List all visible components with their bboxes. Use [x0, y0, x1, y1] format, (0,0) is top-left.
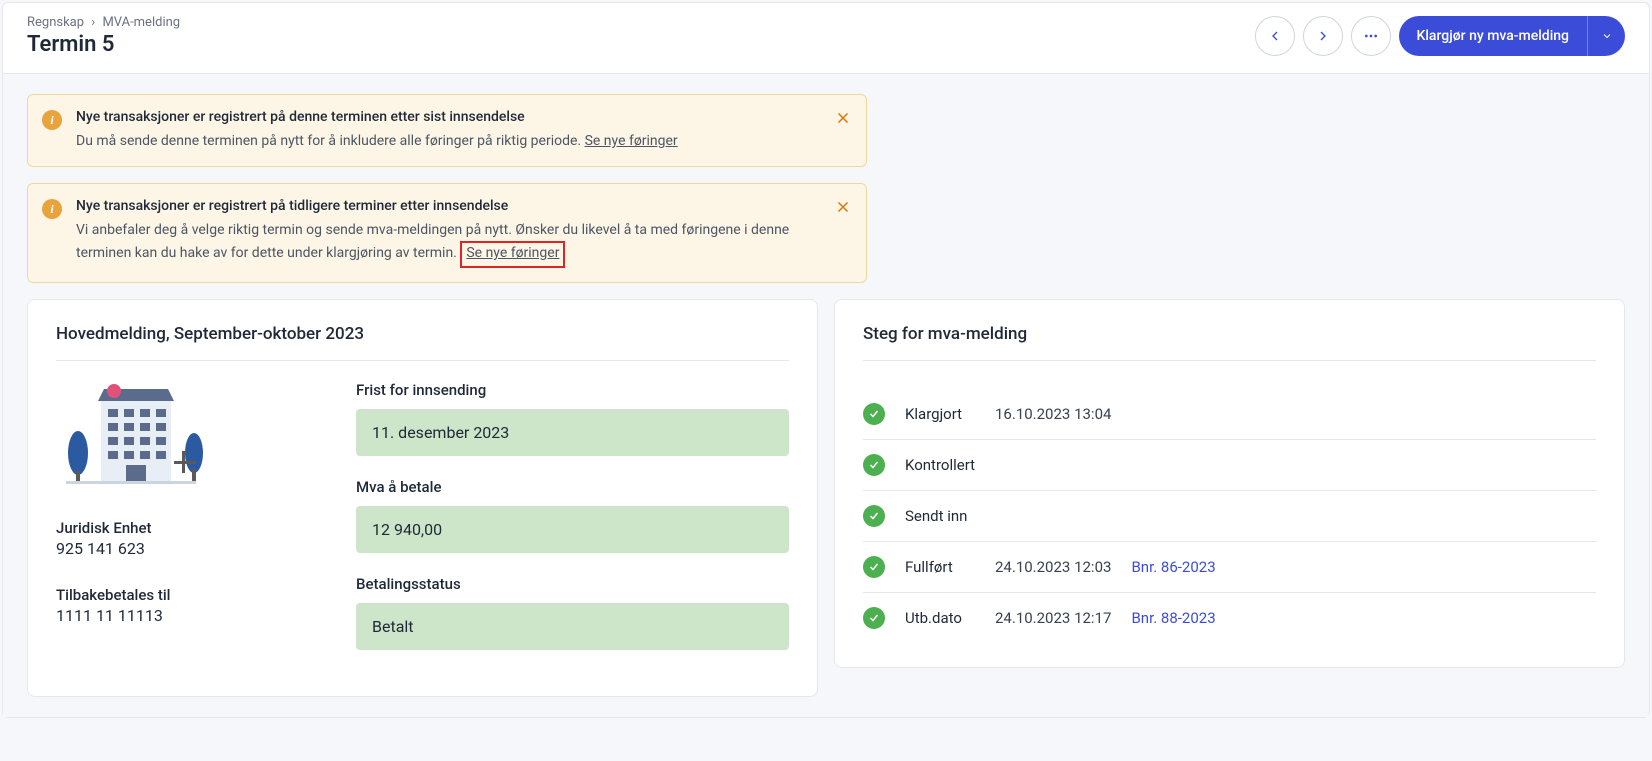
- alert-text: Nye transaksjoner er registrert på tidli…: [76, 198, 822, 268]
- steps-card: Steg for mva-melding Klargjort 16.10.202…: [834, 299, 1625, 668]
- alert-body-text: Vi anbefaler deg å velge riktig termin o…: [76, 222, 789, 261]
- voucher-link[interactable]: Bnr. 88-2023: [1131, 609, 1215, 627]
- prepare-vat-button[interactable]: Klargjør ny mva-melding: [1399, 16, 1626, 56]
- prepare-vat-dropdown[interactable]: [1587, 16, 1625, 56]
- step-controlled: Kontrollert: [863, 440, 1596, 491]
- alert-body: Vi anbefaler deg å velge riktig termin o…: [76, 220, 822, 268]
- see-new-postings-link[interactable]: Se nye føringer: [585, 133, 678, 149]
- vat-to-pay-value: 12 940,00: [356, 506, 789, 553]
- arrow-right-icon: [1315, 28, 1331, 44]
- step-date: 16.10.2023 13:04: [995, 405, 1111, 423]
- alert-previous-terms: i Nye transaksjoner er registrert på tid…: [27, 183, 867, 283]
- payment-status-block: Betalingsstatus Betalt: [356, 575, 789, 650]
- refund-account-label: Tilbakebetales til: [56, 586, 316, 604]
- next-button[interactable]: [1303, 16, 1343, 56]
- deadline-value: 11. desember 2023: [356, 409, 789, 456]
- close-icon: [834, 109, 852, 127]
- header-actions: Klargjør ny mva-melding: [1255, 16, 1626, 56]
- main-report-title: Hovedmelding, September-oktober 2023: [56, 324, 789, 361]
- check-icon: [863, 556, 885, 578]
- alert-title: Nye transaksjoner er registrert på tidli…: [76, 198, 822, 214]
- voucher-link[interactable]: Bnr. 86-2023: [1131, 558, 1215, 576]
- breadcrumb-item[interactable]: Regnskap: [27, 15, 84, 30]
- deadline-block: Frist for innsending 11. desember 2023: [356, 381, 789, 456]
- info-icon: i: [42, 110, 62, 130]
- check-icon: [863, 403, 885, 425]
- payment-status-label: Betalingsstatus: [356, 575, 789, 593]
- refund-account-value: 1111 11 11113: [56, 606, 316, 625]
- step-sent: Sendt inn: [863, 491, 1596, 542]
- more-horizontal-icon: [1363, 28, 1379, 44]
- check-icon: [863, 607, 885, 629]
- vat-to-pay-label: Mva å betale: [356, 478, 789, 496]
- header-left: Regnskap › MVA-melding Termin 5: [27, 15, 180, 57]
- page-content: i Nye transaksjoner er registrert på den…: [3, 74, 1649, 717]
- breadcrumb-separator: ›: [91, 15, 95, 30]
- building-illustration: [56, 381, 206, 491]
- alert-body: Du må sende denne terminen på nytt for å…: [76, 131, 678, 152]
- refund-account-block: Tilbakebetales til 1111 11 11113: [56, 586, 316, 625]
- chevron-down-icon: [1601, 30, 1613, 42]
- alert-text: Nye transaksjoner er registrert på denne…: [76, 109, 678, 152]
- breadcrumb-item[interactable]: MVA-melding: [102, 15, 180, 30]
- close-alert-button[interactable]: [834, 109, 852, 127]
- see-new-postings-link[interactable]: Se nye føringer: [460, 241, 565, 268]
- main-report-body: Juridisk Enhet 925 141 623 Tilbakebetale…: [56, 381, 789, 672]
- steps-title: Steg for mva-melding: [863, 324, 1596, 361]
- alert-title: Nye transaksjoner er registrert på denne…: [76, 109, 678, 125]
- step-date: 24.10.2023 12:03: [995, 558, 1111, 576]
- prepare-vat-button-label[interactable]: Klargjør ny mva-melding: [1399, 16, 1588, 56]
- step-completed: Fullført 24.10.2023 12:03 Bnr. 86-2023: [863, 542, 1596, 593]
- page-title: Termin 5: [27, 32, 180, 57]
- close-icon: [834, 198, 852, 216]
- payment-status-value: Betalt: [356, 603, 789, 650]
- alert-body-text: Du må sende denne terminen på nytt for å…: [76, 133, 585, 149]
- info-icon: i: [42, 199, 62, 219]
- check-icon: [863, 454, 885, 476]
- step-prepared: Klargjort 16.10.2023 13:04: [863, 389, 1596, 440]
- more-button[interactable]: [1351, 16, 1391, 56]
- step-label: Sendt inn: [905, 507, 975, 525]
- deadline-label: Frist for innsending: [356, 381, 789, 399]
- panels: Hovedmelding, September-oktober 2023: [27, 299, 1625, 697]
- legal-entity-label: Juridisk Enhet: [56, 519, 316, 537]
- amounts-column: Frist for innsending 11. desember 2023 M…: [356, 381, 789, 672]
- step-label: Fullført: [905, 558, 975, 576]
- step-payout-date: Utb.dato 24.10.2023 12:17 Bnr. 88-2023: [863, 593, 1596, 643]
- alert-current-term: i Nye transaksjoner er registrert på den…: [27, 94, 867, 167]
- page-header: Regnskap › MVA-melding Termin 5 Klargjør…: [3, 3, 1649, 74]
- step-label: Kontrollert: [905, 456, 975, 474]
- legal-entity-block: Juridisk Enhet 925 141 623: [56, 519, 316, 558]
- legal-entity-value: 925 141 623: [56, 539, 316, 558]
- vat-to-pay-block: Mva å betale 12 940,00: [356, 478, 789, 553]
- close-alert-button[interactable]: [834, 198, 852, 216]
- check-icon: [863, 505, 885, 527]
- step-date: 24.10.2023 12:17: [995, 609, 1111, 627]
- step-label: Utb.dato: [905, 609, 975, 627]
- step-label: Klargjort: [905, 405, 975, 423]
- main-report-card: Hovedmelding, September-oktober 2023: [27, 299, 818, 697]
- arrow-left-icon: [1267, 28, 1283, 44]
- steps-list: Klargjort 16.10.2023 13:04 Kontrollert S…: [863, 389, 1596, 643]
- entity-column: Juridisk Enhet 925 141 623 Tilbakebetale…: [56, 381, 316, 672]
- previous-button[interactable]: [1255, 16, 1295, 56]
- breadcrumb: Regnskap › MVA-melding: [27, 15, 180, 30]
